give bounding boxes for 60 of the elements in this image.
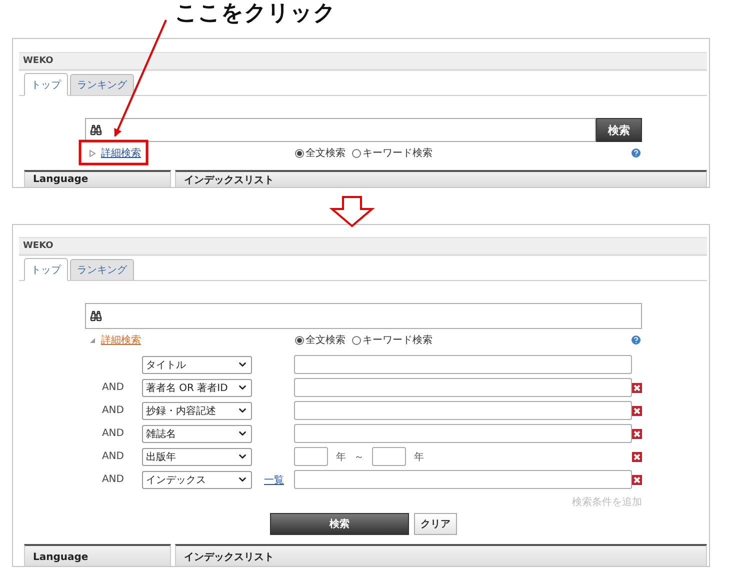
header-title: WEKO [23, 56, 54, 66]
annotation-text: ここをクリック [175, 0, 336, 28]
binoculars-icon [90, 310, 102, 322]
help-icon[interactable] [630, 147, 642, 159]
remove-icon[interactable] [632, 452, 642, 462]
connector-label: AND [102, 428, 125, 439]
highlight-frame [78, 140, 148, 166]
panel-header: インデックスリスト [175, 170, 707, 187]
radio-label: キーワード検索 [362, 334, 432, 347]
field-select[interactable]: 著者名 OR 著者ID [142, 378, 252, 396]
field-select[interactable]: タイトル [142, 356, 252, 374]
radio-button[interactable] [352, 148, 360, 158]
field-select[interactable]: 抄録・内容記述 [142, 402, 252, 420]
search-field[interactable] [85, 118, 596, 142]
tab[interactable]: ランキング [70, 259, 134, 280]
header-title: WEKO [23, 241, 54, 251]
condition-field[interactable] [294, 401, 632, 420]
condition-field[interactable] [294, 470, 632, 489]
condition-field[interactable] [294, 424, 632, 443]
condition-field[interactable] [294, 378, 632, 397]
panel-header: インデックスリスト [175, 544, 707, 566]
tab[interactable]: トップ [24, 73, 68, 96]
radio-label: キーワード検索 [362, 146, 432, 160]
radio-button[interactable] [352, 336, 360, 344]
connector-label: AND [102, 382, 125, 393]
radio-button[interactable] [294, 148, 304, 158]
search-button[interactable]: 検索 [270, 513, 409, 535]
year-from-field[interactable] [294, 447, 328, 466]
binoculars-icon [90, 124, 102, 136]
expand-triangle-icon[interactable] [89, 150, 96, 156]
condition-field[interactable] [294, 355, 632, 374]
field-select[interactable]: 雑誌名 [142, 424, 252, 442]
tab[interactable]: トップ [24, 258, 68, 281]
clear-button[interactable]: クリア [414, 513, 457, 535]
field-select[interactable]: 出版年 [142, 448, 252, 466]
radio-label: 全文検索 [306, 146, 346, 160]
radio-label: 全文検索 [306, 334, 346, 347]
remove-icon[interactable] [632, 406, 642, 416]
tab[interactable]: ランキング [70, 74, 134, 95]
advanced-search-link[interactable]: 詳細検索 [101, 146, 141, 160]
remove-icon[interactable] [632, 474, 642, 484]
panel-header: Language [24, 170, 171, 187]
connector-label: AND [102, 405, 125, 416]
range-separator: ～ [354, 450, 364, 464]
connector-label: AND [102, 474, 125, 485]
remove-icon[interactable] [632, 382, 642, 392]
panel-header: Language [24, 544, 171, 566]
connector-label: AND [102, 451, 125, 462]
unit-label: 年 [414, 450, 424, 464]
search-button[interactable]: 検索 [596, 118, 642, 142]
remove-icon[interactable] [632, 428, 642, 438]
year-to-field[interactable] [372, 447, 406, 466]
unit-label: 年 [336, 450, 346, 464]
field-select[interactable]: インデックス [142, 470, 252, 488]
help-icon[interactable] [630, 334, 642, 346]
down-arrow-icon [329, 196, 375, 228]
search-field[interactable] [85, 303, 642, 329]
radio-button[interactable] [294, 336, 304, 344]
list-link[interactable]: 一覧 [264, 472, 284, 486]
collapse-triangle-icon[interactable] [89, 336, 96, 344]
